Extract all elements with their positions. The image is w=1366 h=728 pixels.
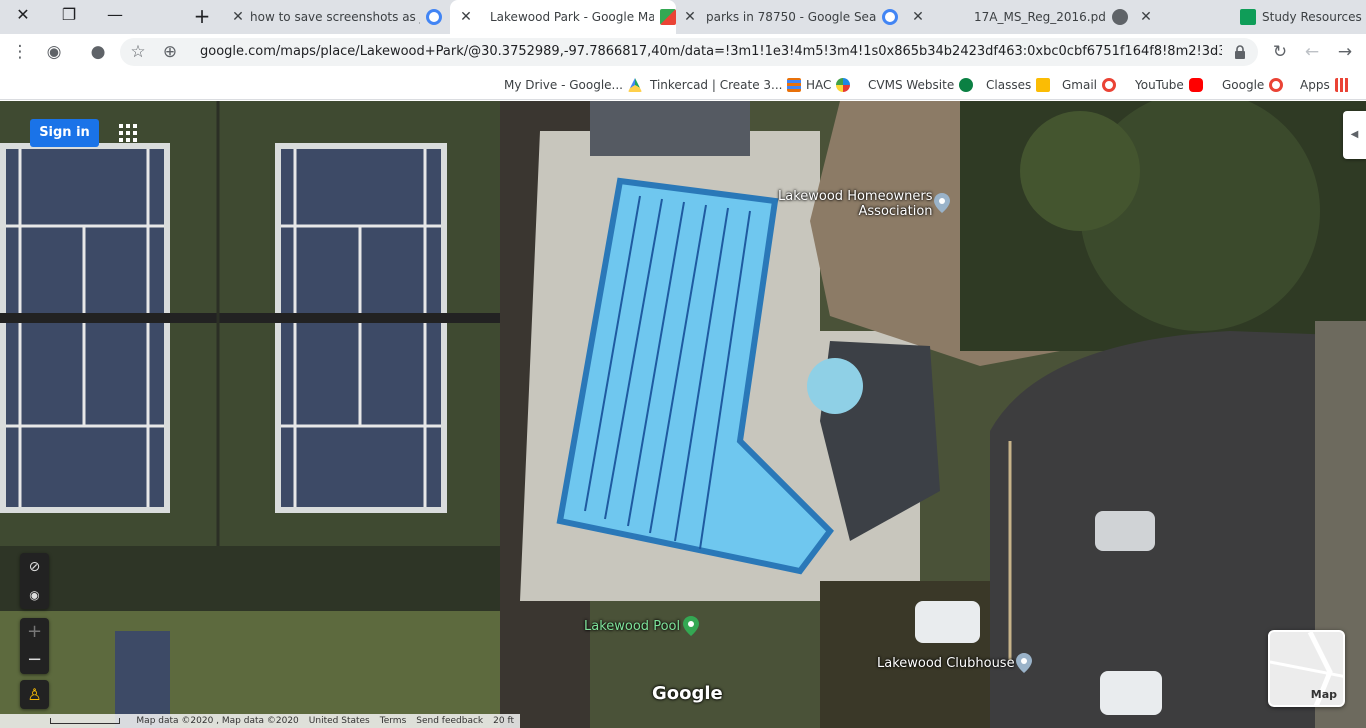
close-window-icon[interactable]: ✕ (12, 4, 34, 26)
tab-title: parks in 78750 - Google Searc (706, 10, 876, 24)
bookmark-label: HAC (806, 78, 832, 92)
extension-icon[interactable]: ● (86, 40, 110, 64)
reload-icon[interactable]: ↻ (1268, 40, 1292, 64)
maps-icon (660, 9, 676, 25)
tab-pdf[interactable]: 17A_MS_Reg_2016.pdf (968, 0, 1134, 34)
place-name: Association (858, 204, 933, 219)
google-logo: Google (652, 683, 723, 704)
map-data-text: Map data ©2020 , Map data ©2020 (136, 716, 299, 726)
map-footer: Map data ©2020 , Map data ©2020 United S… (0, 714, 520, 728)
menu-icon[interactable]: ⋮ (8, 40, 32, 64)
place-label-homeowners-association[interactable]: Lakewood Homeowners Association (778, 189, 933, 219)
place-name: Lakewood Homeowners (778, 189, 933, 204)
scale-label[interactable]: 20 ft (493, 716, 514, 726)
bookmark-label: Apps (1300, 78, 1330, 92)
map-layer-toggle[interactable]: Map (1268, 630, 1345, 707)
bookmark-google[interactable]: Google (1222, 76, 1284, 94)
gmail-icon (1102, 78, 1117, 92)
classroom-icon (1036, 78, 1051, 92)
minimize-icon[interactable]: — (104, 4, 126, 26)
add-icon[interactable]: ⊕ (158, 40, 182, 64)
bookmark-my-drive[interactable]: My Drive - Google... (504, 76, 642, 94)
bookmark-label: Gmail (1062, 78, 1098, 92)
pool-pin-icon[interactable] (683, 616, 699, 636)
apps-icon (1334, 78, 1349, 92)
zoom-out-button[interactable]: − (20, 646, 49, 674)
map-thumbnail-label: Map (1310, 688, 1337, 701)
satellite-map[interactable]: Sign in ◀ Lakewood Homeowners Associatio… (0, 101, 1366, 728)
google-icon (426, 9, 442, 25)
bookmark-label: Classes (986, 78, 1032, 92)
profile-icon[interactable]: ◉ (42, 40, 66, 64)
close-tab-icon[interactable]: ✕ (230, 9, 246, 25)
tab-google-maps[interactable]: Lakewood Park - Google Maps (450, 0, 676, 34)
compass-control[interactable]: ⊘ ◉ (20, 553, 49, 609)
zoom-in-button[interactable]: + (20, 618, 49, 646)
my-location-icon[interactable]: ◉ (20, 581, 49, 609)
bookmark-label: My Drive - Google... (504, 78, 623, 92)
browser-toolbar: → ← ↻ ⊕ ☆ google.com/maps/place/Lakewood… (0, 34, 1366, 70)
bookmark-youtube[interactable]: YouTube (1135, 76, 1203, 94)
bookmark-label: Tinkercad | Create 3... (650, 78, 783, 92)
zoom-control: + − (20, 618, 49, 674)
close-tab-icon[interactable]: ✕ (682, 9, 698, 25)
address-bar[interactable]: ⊕ ☆ google.com/maps/place/Lakewood+Park/… (120, 38, 1258, 66)
tab-title: Study Resources - Google She (1262, 10, 1366, 24)
tab-google-search[interactable]: parks in 78750 - Google Searc (702, 0, 898, 34)
bookmark-cvms[interactable]: CVMS Website (868, 76, 974, 94)
bookmark-gmail[interactable]: Gmail (1062, 76, 1117, 94)
url-text: google.com/maps/place/Lakewood+Park/@30.… (200, 44, 1222, 59)
bookmark-tinkercad[interactable]: Tinkercad | Create 3... (650, 76, 802, 94)
restore-icon[interactable]: ❐ (58, 4, 80, 26)
sheets-icon (1240, 9, 1256, 25)
bookmark-hac[interactable]: HAC (806, 76, 851, 94)
hac-icon (836, 78, 851, 92)
tinkercad-icon (787, 78, 802, 92)
tab-title: 17A_MS_Reg_2016.pdf (974, 10, 1106, 24)
sign-in-button[interactable]: Sign in (30, 119, 99, 147)
google-icon (882, 9, 898, 25)
pdf-icon (1112, 9, 1128, 25)
forward-arrow-icon[interactable]: ← (1300, 40, 1324, 64)
bookmark-label: Google (1222, 78, 1265, 92)
scale-bar (50, 718, 120, 724)
close-tab-icon[interactable]: ✕ (1138, 9, 1154, 25)
place-label-lakewood-pool[interactable]: Lakewood Pool (584, 619, 680, 634)
bookmark-classes[interactable]: Classes (986, 76, 1051, 94)
tab-how-to-save[interactable]: how to save screenshots as jpe (250, 0, 442, 34)
close-tab-icon[interactable]: ✕ (458, 9, 474, 25)
google-apps-icon[interactable] (119, 124, 137, 142)
place-label-lakewood-clubhouse[interactable]: Lakewood Clubhouse (877, 656, 1015, 671)
send-feedback-link[interactable]: Send feedback (416, 716, 483, 726)
bookmarks-bar: Apps Google YouTube Gmail Classes CVMS W… (0, 70, 1366, 100)
new-tab-button[interactable]: + (190, 4, 214, 28)
back-arrow-icon[interactable]: → (1333, 40, 1357, 64)
bookmark-apps[interactable]: Apps (1300, 76, 1349, 94)
country-link[interactable]: United States (309, 716, 370, 726)
place-pin-icon[interactable] (934, 193, 950, 213)
bookmark-label: YouTube (1135, 78, 1184, 92)
star-icon[interactable]: ☆ (126, 40, 150, 64)
clubhouse-pin-icon[interactable] (1016, 653, 1032, 673)
tab-study-resources[interactable]: Study Resources - Google She (1234, 0, 1366, 34)
tab-strip: Study Resources - Google She ✕ 17A_MS_Re… (0, 0, 1366, 34)
rotate-icon[interactable]: ⊘ (20, 553, 49, 581)
lock-icon (1235, 45, 1245, 59)
close-tab-icon[interactable]: ✕ (910, 9, 926, 25)
drive-icon (627, 78, 642, 92)
terms-link[interactable]: Terms (380, 716, 407, 726)
tab-title: Lakewood Park - Google Maps (490, 10, 654, 24)
school-icon (959, 78, 974, 92)
tab-title: how to save screenshots as jpe (250, 10, 420, 24)
google-icon (1269, 78, 1284, 92)
bookmark-label: CVMS Website (868, 78, 955, 92)
pegman-icon[interactable]: ♙ (20, 680, 49, 709)
youtube-icon (1188, 78, 1203, 92)
expand-side-panel-button[interactable]: ◀ (1343, 111, 1366, 159)
